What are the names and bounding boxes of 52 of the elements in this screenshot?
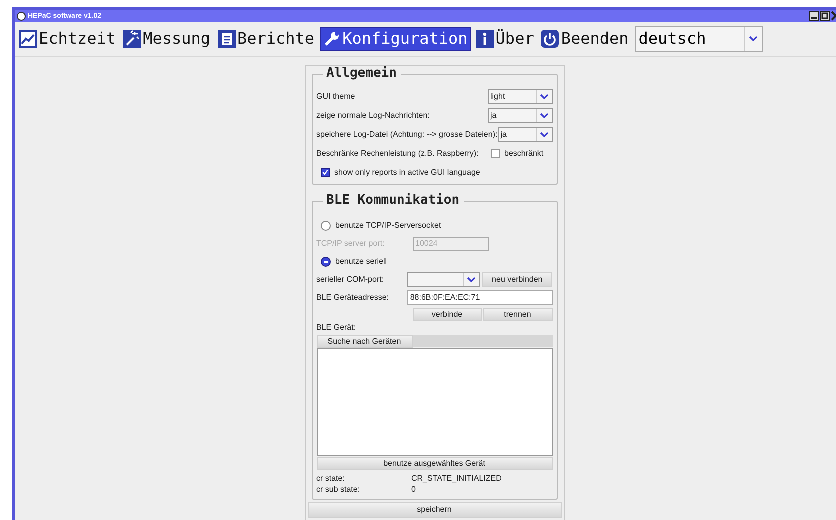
wrench-icon bbox=[322, 30, 341, 48]
section-title: Allgemein bbox=[322, 67, 401, 80]
checkbox[interactable]: beschränkt bbox=[490, 148, 552, 160]
field-label: BLE Gerät: bbox=[316, 324, 358, 332]
field-label: serieller COM-port: bbox=[316, 274, 386, 286]
caret-icon bbox=[748, 36, 758, 42]
dropdown[interactable]: ja bbox=[498, 127, 552, 142]
caret-icon bbox=[540, 132, 548, 138]
field-label: BLE Geräteadresse: bbox=[316, 292, 390, 304]
caret-icon bbox=[467, 276, 476, 282]
status-label: cr sub state: bbox=[316, 484, 362, 495]
toolbar-tab[interactable]: Konfiguration bbox=[320, 27, 471, 51]
radio-button[interactable]: benutze seriell bbox=[316, 254, 388, 269]
window-icon bbox=[17, 12, 26, 20]
minimize-icon[interactable] bbox=[809, 11, 819, 21]
section-title: BLE Kommunikation bbox=[322, 194, 464, 207]
radio-button[interactable]: benutze TCP/IP-Serversocket bbox=[316, 218, 442, 233]
device-list[interactable] bbox=[316, 348, 552, 456]
caret-icon bbox=[540, 112, 548, 118]
button[interactable]: benutze ausgewähltes Gerät bbox=[316, 457, 552, 470]
status-value: CR_STATE_INITIALIZED bbox=[412, 473, 502, 484]
button[interactable]: verbinde bbox=[412, 308, 482, 321]
power-icon bbox=[541, 30, 560, 48]
magic-wand-icon bbox=[123, 30, 142, 48]
button[interactable]: speichern bbox=[308, 502, 562, 518]
maximize-icon[interactable] bbox=[820, 11, 830, 21]
line-chart-icon bbox=[19, 30, 37, 48]
field-label: TCP/IP server port: bbox=[316, 238, 386, 250]
toolbar-tab[interactable]: Messung bbox=[121, 27, 212, 51]
info-icon bbox=[476, 30, 494, 48]
checkbox[interactable]: show only reports in active GUI language bbox=[316, 166, 480, 178]
language-dropdown[interactable]: deutsch bbox=[634, 26, 763, 52]
setting-label: Beschränke Rechenleistung (z.B. Raspberry): bbox=[316, 148, 479, 160]
document-icon bbox=[218, 30, 236, 48]
dropdown[interactable]: ja bbox=[488, 108, 552, 123]
button[interactable]: Suche nach Geräten bbox=[316, 335, 412, 348]
button[interactable]: neu verbinden bbox=[482, 272, 552, 287]
input-field[interactable]: 88:6B:0F:EA:EC:71 bbox=[407, 290, 552, 305]
dropdown[interactable]: light bbox=[488, 89, 552, 104]
toolbar-tab[interactable]: Echtzeit bbox=[17, 27, 118, 51]
button[interactable]: trennen bbox=[483, 308, 552, 321]
status-label: cr state: bbox=[316, 473, 346, 484]
caret-icon bbox=[540, 94, 548, 100]
setting-label: GUI theme bbox=[316, 90, 356, 102]
setting-label: zeige normale Log-Nachrichten: bbox=[316, 110, 430, 122]
toolbar-tab[interactable]: Über bbox=[474, 27, 536, 51]
toolbar-tab[interactable]: Beenden bbox=[539, 27, 631, 51]
setting-label: speichere Log-Datei (Achtung: --> grosse Dateien): bbox=[316, 128, 498, 140]
toolbar-tab[interactable]: Berichte bbox=[216, 27, 317, 51]
check-icon bbox=[322, 168, 328, 177]
status-value: 0 bbox=[412, 484, 416, 495]
dropdown[interactable] bbox=[407, 272, 480, 287]
